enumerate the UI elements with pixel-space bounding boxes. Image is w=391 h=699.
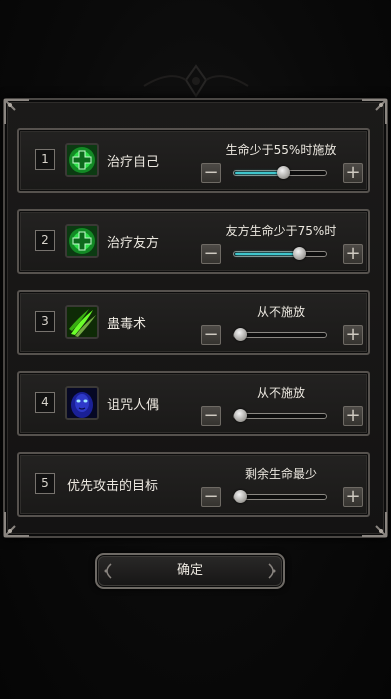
row-number: 1 [35,149,55,170]
corner-ornament-icon [362,99,387,124]
poison-claw-icon[interactable] [65,305,99,339]
target-priority-row: 5 优先攻击的目标 剩余生命最少 − + [17,452,370,517]
slider-handle[interactable] [234,328,247,341]
slider-handle[interactable] [276,166,290,179]
increase-button[interactable]: + [343,406,363,426]
button-ornament-icon [268,563,276,579]
corner-ornament-icon [4,99,29,124]
decrease-button[interactable]: − [201,325,221,345]
increase-button[interactable]: + [343,487,363,507]
increase-button[interactable]: + [343,325,363,345]
skill-row-3: 3 蛊毒术 从不施放 − + [17,290,370,355]
cast-condition-label: 生命少于55%时施放 [225,143,337,157]
decrease-button[interactable]: − [201,163,221,183]
skill-row-4: 4 诅咒人偶 从不施放 − + [17,371,370,436]
threshold-slider[interactable] [233,409,327,422]
decrease-button[interactable]: − [201,244,221,264]
cast-condition-label: 友方生命少于75%时 [225,224,337,238]
decrease-button[interactable]: − [201,406,221,426]
decrease-button[interactable]: − [201,487,221,507]
skill-name: 治疗友方 [107,236,160,251]
curse-doll-icon[interactable] [65,386,99,420]
game-screen: 1 治疗自己 生命少于55%时施放 − + 2 治疗友方 友方生命少于75%时 … [0,0,391,699]
row-number: 4 [35,392,55,413]
auto-skill-settings-panel: 1 治疗自己 生命少于55%时施放 − + 2 治疗友方 友方生命少于75%时 … [3,98,388,538]
target-rule-slider[interactable] [233,490,327,503]
heal-cross-icon[interactable] [65,143,99,177]
slider-handle[interactable] [292,247,306,260]
confirm-label: 确定 [176,563,203,578]
threshold-slider[interactable] [233,247,327,260]
target-priority-label: 优先攻击的目标 [67,479,159,494]
skill-name: 诅咒人偶 [107,398,160,413]
button-ornament-icon [104,563,112,579]
slider-fill [235,253,301,255]
heal-cross-icon[interactable] [65,224,99,258]
increase-button[interactable]: + [343,163,363,183]
skill-row-2: 2 治疗友方 友方生命少于75%时 − + [17,209,370,274]
slider-handle[interactable] [234,409,247,422]
row-number: 3 [35,311,55,332]
cast-condition-label: 从不施放 [256,305,305,319]
skill-name: 治疗自己 [107,155,160,170]
row-number: 2 [35,230,55,251]
skill-row-1: 1 治疗自己 生命少于55%时施放 − + [17,128,370,193]
target-rule-label: 剩余生命最少 [244,467,317,481]
threshold-slider[interactable] [233,166,327,179]
confirm-button[interactable]: 确定 [95,553,285,589]
threshold-slider[interactable] [233,328,327,341]
increase-button[interactable]: + [343,244,363,264]
slider-handle[interactable] [234,490,247,503]
cast-condition-label: 从不施放 [256,386,305,400]
ornament-icon [143,64,249,98]
skill-name: 蛊毒术 [107,317,147,332]
row-number: 5 [35,473,55,494]
